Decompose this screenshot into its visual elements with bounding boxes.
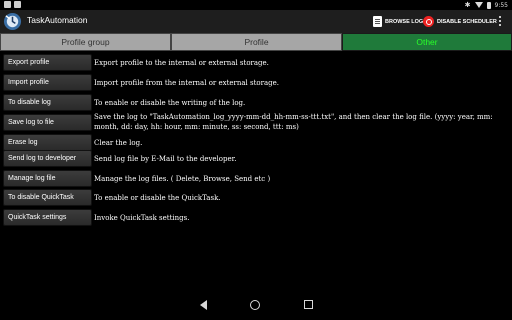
row-description: Clear the log. <box>94 139 143 147</box>
app-title: TaskAutomation <box>27 15 88 25</box>
back-icon[interactable] <box>200 300 207 310</box>
row-description: Export profile to the internal or extern… <box>94 59 269 67</box>
status-time: 9:55 <box>494 1 508 9</box>
send-log-to-developer-button[interactable]: Send log to developer <box>3 150 92 167</box>
document-icon <box>373 16 382 27</box>
disable-scheduler-label: DISABLE SCHEDULER <box>437 18 497 25</box>
home-icon[interactable] <box>250 300 260 310</box>
tab-bar: Profile group Profile Other <box>0 33 512 51</box>
row-description: Send log file by E-Mail to the developer… <box>94 155 237 163</box>
disable-log-button[interactable]: To disable log <box>3 94 92 111</box>
erase-log-button[interactable]: Erase log <box>3 134 92 151</box>
tab-other[interactable]: Other <box>342 33 512 51</box>
status-bar: ✱ 9:55 <box>0 0 512 10</box>
row-description: To enable or disable the writing of the … <box>94 99 246 107</box>
browse-log-label: BROWSE LOG <box>385 18 424 25</box>
status-right-icons: ✱ 9:55 <box>465 0 508 10</box>
disable-quicktask-button[interactable]: To disable QuickTask <box>3 189 92 206</box>
disable-scheduler-button[interactable]: DISABLE SCHEDULER <box>423 13 497 30</box>
battery-icon <box>486 1 491 9</box>
row-description: Invoke QuickTask settings. <box>94 214 190 222</box>
overflow-menu-icon[interactable] <box>499 16 501 18</box>
action-bar: TaskAutomation BROWSE LOG DISABLE SCHEDU… <box>0 10 512 33</box>
wifi-icon <box>474 2 483 8</box>
app-logo-icon <box>3 12 22 31</box>
export-profile-button[interactable]: Export profile <box>3 54 92 71</box>
image-icon <box>14 1 21 8</box>
row-description: Import profile from the internal or exte… <box>94 79 280 87</box>
navigation-bar <box>0 290 512 320</box>
tab-profile-group[interactable]: Profile group <box>0 33 171 51</box>
recent-apps-icon[interactable] <box>304 300 313 309</box>
power-icon <box>423 16 434 27</box>
tab-profile[interactable]: Profile <box>171 33 342 51</box>
bluetooth-icon: ✱ <box>464 1 471 9</box>
row-description: To enable or disable the QuickTask. <box>94 194 221 202</box>
save-log-to-file-button[interactable]: Save log to file <box>3 114 92 131</box>
import-profile-button[interactable]: Import profile <box>3 74 92 91</box>
row-description: Manage the log files. ( Delete, Browse, … <box>94 175 271 183</box>
row-description: Save the log to "TaskAutomation_log_yyyy… <box>94 113 493 131</box>
android-icon <box>4 1 11 8</box>
quicktask-settings-button[interactable]: QuickTask settings <box>3 209 92 226</box>
browse-log-button[interactable]: BROWSE LOG <box>373 13 423 30</box>
status-left-icons <box>4 1 21 8</box>
manage-log-file-button[interactable]: Manage log file <box>3 170 92 187</box>
